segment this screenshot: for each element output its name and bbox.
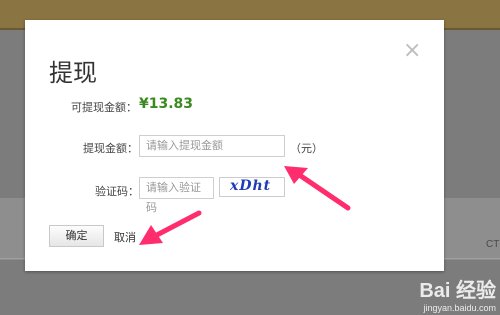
arrow-to-cancel-icon [139,210,202,245]
withdraw-amount-input[interactable]: 请输入提现金额 [139,135,285,157]
cancel-button[interactable]: 取消 [114,229,136,245]
confirm-button[interactable]: 确定 [49,225,104,247]
dialog-title: 提现 [49,59,97,87]
available-amount-value: ¥13.83 [139,96,194,112]
watermark-logo: Bai 经验 [419,280,496,302]
unit-label: （元） [290,142,323,155]
withdraw-dialog: × 提现 可提现金额： ¥13.83 提现金额： 请输入提现金额 （元） 验证码… [25,20,444,271]
baidu-jingyan-watermark: Bai 经验 jingyan.baidu.com [419,274,496,313]
arrow-to-input-icon [284,166,351,211]
captcha-label: 验证码： [95,185,139,198]
captcha-text: xDht [230,178,272,194]
available-amount-label: 可提现金额： [71,101,137,114]
captcha-input[interactable]: 请输入验证码 [139,177,214,214]
watermark-url: jingyan.baidu.com [423,303,496,313]
withdraw-amount-label: 提现金额： [83,142,138,155]
captcha-image[interactable]: xDht [219,177,285,197]
background-cut-text: CTI [486,239,500,250]
close-icon[interactable]: × [403,40,421,62]
